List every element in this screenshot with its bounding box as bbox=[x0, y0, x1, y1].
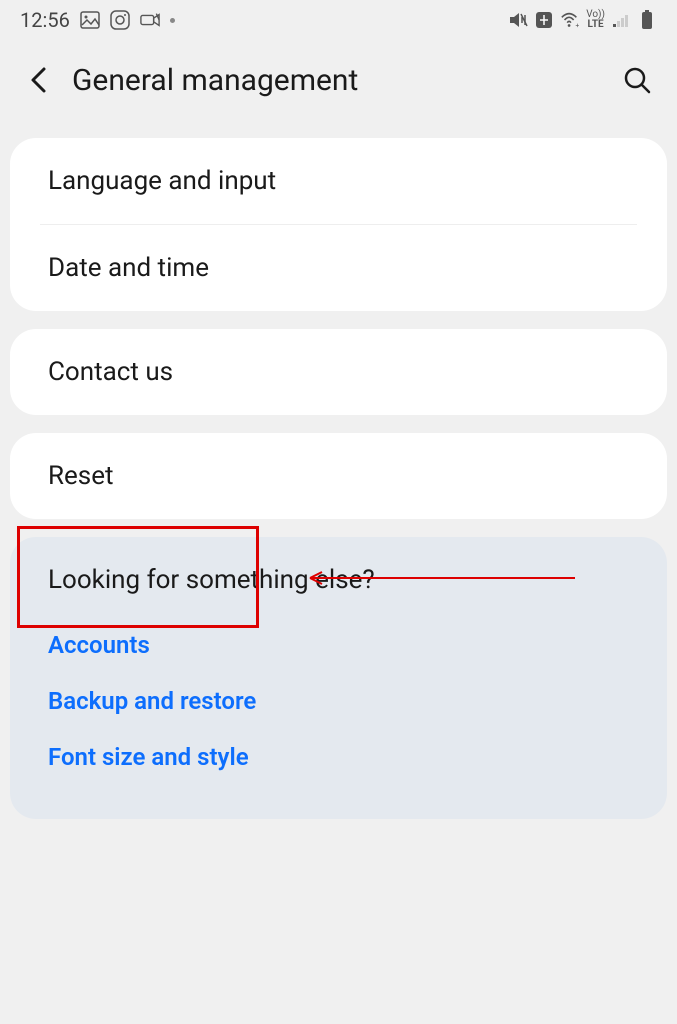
data-saver-icon bbox=[534, 10, 554, 30]
wifi-icon: + bbox=[560, 10, 580, 30]
page-title: General management bbox=[72, 63, 601, 98]
suggestion-section: Looking for something else? Accounts Bac… bbox=[10, 537, 667, 819]
status-right: + Vo)) LTE bbox=[508, 10, 657, 30]
camera-icon bbox=[140, 10, 160, 30]
battery-icon bbox=[637, 10, 657, 30]
status-left: 12:56 bbox=[20, 8, 175, 32]
item-date-time[interactable]: Date and time bbox=[10, 225, 667, 311]
item-language-input[interactable]: Language and input bbox=[10, 138, 667, 224]
image-icon bbox=[80, 10, 100, 30]
instagram-icon bbox=[110, 10, 130, 30]
signal-icon bbox=[611, 10, 631, 30]
back-button[interactable] bbox=[20, 62, 56, 98]
svg-text:+: + bbox=[576, 21, 580, 29]
volte-label: Vo)) LTE bbox=[586, 10, 605, 30]
section-contact: Contact us bbox=[10, 329, 667, 415]
section-reset: Reset bbox=[10, 433, 667, 519]
status-bar: 12:56 + Vo)) LTE bbox=[0, 0, 677, 40]
search-button[interactable] bbox=[617, 60, 657, 100]
item-contact-us[interactable]: Contact us bbox=[10, 329, 667, 415]
header: General management bbox=[0, 40, 677, 120]
item-reset[interactable]: Reset bbox=[10, 433, 667, 519]
more-dot bbox=[170, 18, 175, 23]
clock: 12:56 bbox=[20, 8, 70, 32]
link-font-size-style[interactable]: Font size and style bbox=[48, 729, 629, 785]
suggestion-title: Looking for something else? bbox=[48, 565, 629, 595]
section-input-date: Language and input Date and time bbox=[10, 138, 667, 311]
link-backup-restore[interactable]: Backup and restore bbox=[48, 673, 629, 729]
link-accounts[interactable]: Accounts bbox=[48, 617, 629, 673]
mute-icon bbox=[508, 10, 528, 30]
